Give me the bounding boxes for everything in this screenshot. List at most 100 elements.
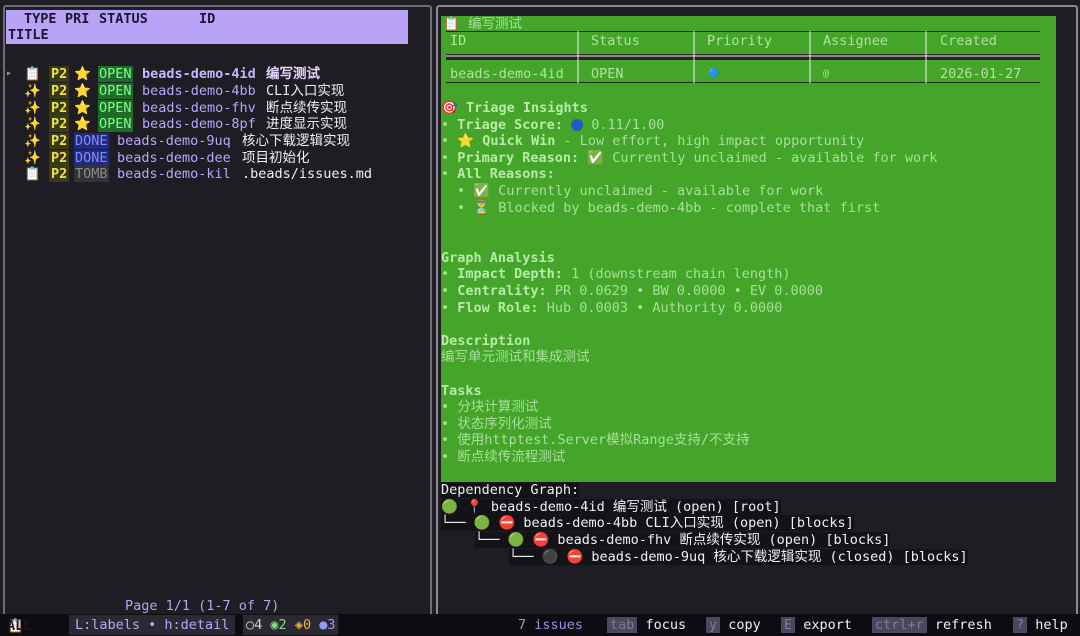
hints: L:labels • h:detail: [69, 615, 236, 635]
centrality: • Centrality: PR 0.0629 • BW 0.0000 • EV…: [441, 283, 824, 299]
col-type: TYPE: [24, 11, 57, 27]
description-heading: Description: [441, 333, 531, 349]
issue-title: .beads/issues.md: [242, 166, 373, 182]
node-mark-icon: ⛔: [566, 549, 584, 565]
table-header-cell: Assignee: [823, 33, 889, 49]
issue-title: CLI入口实现: [266, 83, 345, 99]
reason-item: • ⏳ Blocked by beads-demo-4bb - complete…: [457, 200, 881, 216]
task-item: • 分块计算测试: [441, 399, 539, 415]
triage-score: • Triage Score: 0.11/1.00: [441, 117, 665, 133]
type-icon: 📋: [24, 166, 41, 182]
issue-id: beads-demo-kil: [117, 166, 231, 182]
detail-title: 📋 编写测试: [443, 16, 522, 32]
issue-title: 项目初始化: [242, 150, 310, 166]
priority-badge: P2: [49, 133, 70, 149]
keybinding-focus[interactable]: tab focus: [607, 615, 686, 635]
dependency-heading: Dependency Graph:: [441, 482, 580, 498]
table-header-cell: Priority: [707, 33, 773, 49]
issue-count: 7 issues: [518, 617, 584, 633]
triage-heading: 🎯 Triage Insights: [441, 100, 588, 116]
issue-id: beads-demo-4id: [142, 66, 256, 82]
type-icon: ✨: [24, 150, 41, 166]
status-badge: DONE: [74, 150, 109, 166]
type-icon: ✨: [24, 100, 41, 116]
priority-badge: P2: [49, 66, 70, 82]
table-value-cell: @: [823, 68, 830, 79]
quick-win: • ⭐ Quick Win - Low effort, high impact …: [441, 133, 865, 149]
issue-id: beads-demo-fhv: [142, 100, 256, 116]
clipboard-icon: 📋: [443, 16, 460, 32]
status-counts: ○4 ◉2 ◈0 ●3: [243, 615, 339, 635]
star-icon: ⭐: [74, 66, 91, 82]
selection-caret-icon: ▸: [6, 68, 13, 79]
table-value-cell: 2026-01-27: [940, 66, 1022, 82]
target-icon: 🎯: [441, 100, 458, 116]
all-reasons: • All Reasons:: [441, 166, 555, 182]
keybinding-copy[interactable]: y copy: [706, 615, 761, 635]
node-mark-icon: ⛔: [532, 532, 550, 548]
table-header-cell: Status: [591, 33, 640, 49]
tasks-heading: Tasks: [441, 383, 482, 399]
issue-id: beads-demo-9uq: [117, 133, 231, 149]
col-pri: PRI: [65, 11, 90, 27]
star-icon: ⭐: [74, 83, 91, 99]
status-badge: TOMB: [74, 166, 109, 182]
keybinding-help[interactable]: ? help: [1013, 615, 1068, 635]
type-icon: ✨: [24, 83, 41, 99]
status-badge: OPEN: [98, 116, 133, 132]
task-item: • 断点续传流程测试: [441, 449, 566, 465]
node-mark-icon: ⛔: [498, 515, 516, 531]
keybinding-export[interactable]: E export: [781, 615, 852, 635]
priority-badge: P2: [49, 150, 70, 166]
type-icon: 📋: [24, 66, 41, 82]
col-status: STATUS: [99, 11, 148, 27]
node-state-icon: ⚫: [541, 549, 559, 565]
dependency-node[interactable]: └── 🟢 ⛔ beads-demo-fhv 断点续传实现 (open) [bl…: [475, 532, 891, 548]
priority-badge: P2: [49, 100, 70, 116]
task-item: • 使用httptest.Server模拟Range支持/不支持: [441, 432, 750, 448]
impact-depth: • Impact Depth: 1 (downstream chain leng…: [441, 266, 791, 282]
issue-title: 进度显示实现: [266, 116, 347, 132]
node-state-icon: 🟢: [473, 515, 491, 531]
node-mark-icon: 📍: [465, 499, 483, 515]
col-title: TITLE: [8, 27, 49, 43]
status-bar: 📋 ALL L:labels • h:detail ○4 ◉2 ◈0 ●3 7 …: [0, 614, 1080, 636]
primary-reason: • Primary Reason: ✅ Currently unclaimed …: [441, 150, 938, 166]
issue-id: beads-demo-4bb: [142, 83, 256, 99]
status-badge: OPEN: [98, 100, 133, 116]
status-badge: OPEN: [98, 83, 133, 99]
task-item: • 状态序列化测试: [441, 416, 552, 432]
description-text: 编写单元测试和集成测试: [441, 349, 590, 365]
issue-id: beads-demo-dee: [117, 150, 231, 166]
priority-badge: P2: [49, 116, 70, 132]
dependency-node[interactable]: └── ⚫ ⛔ beads-demo-9uq 核心下载逻辑实现 (closed)…: [509, 549, 968, 565]
issue-id: beads-demo-8pf: [142, 116, 256, 132]
priority-badge: P2: [49, 166, 70, 182]
star-icon: ⭐: [74, 100, 91, 116]
star-icon: ⭐: [74, 116, 91, 132]
node-state-icon: 🟢: [507, 532, 525, 548]
priority-badge: P2: [49, 83, 70, 99]
table-value-cell: beads-demo-4id: [450, 66, 564, 82]
graph-heading: Graph Analysis: [441, 250, 555, 266]
col-id: ID: [199, 11, 216, 27]
flow-role: • Flow Role: Hub 0.0003 • Authority 0.00…: [441, 300, 783, 316]
status-badge: OPEN: [98, 66, 133, 82]
table-value-cell: 🔷: [707, 68, 720, 79]
issue-title: 断点续传实现: [266, 100, 347, 116]
list-header: TYPE PRI STATUS ID TITLE: [6, 10, 408, 44]
score-dot-icon: [571, 119, 584, 131]
pager: Page 1/1 (1-7 of 7): [125, 598, 280, 614]
table-header-cell: Created: [940, 33, 997, 49]
status-badge: DONE: [74, 133, 109, 149]
node-state-icon: 🟢: [441, 499, 458, 515]
type-icon: ✨: [24, 133, 41, 149]
issue-title: 编写测试: [266, 66, 320, 82]
table-header-cell: ID: [450, 33, 467, 49]
keybinding-refresh[interactable]: ctrl+r refresh: [872, 615, 992, 635]
dependency-node[interactable]: 🟢 📍 beads-demo-4id 编写测试 (open) [root]: [441, 499, 781, 515]
reason-item: • ✅ Currently unclaimed - available for …: [457, 183, 824, 199]
dependency-node[interactable]: └── 🟢 ⛔ beads-demo-4bb CLI入口实现 (open) [b…: [441, 515, 854, 531]
type-icon: ✨: [24, 116, 41, 132]
table-value-cell: OPEN: [591, 66, 624, 82]
